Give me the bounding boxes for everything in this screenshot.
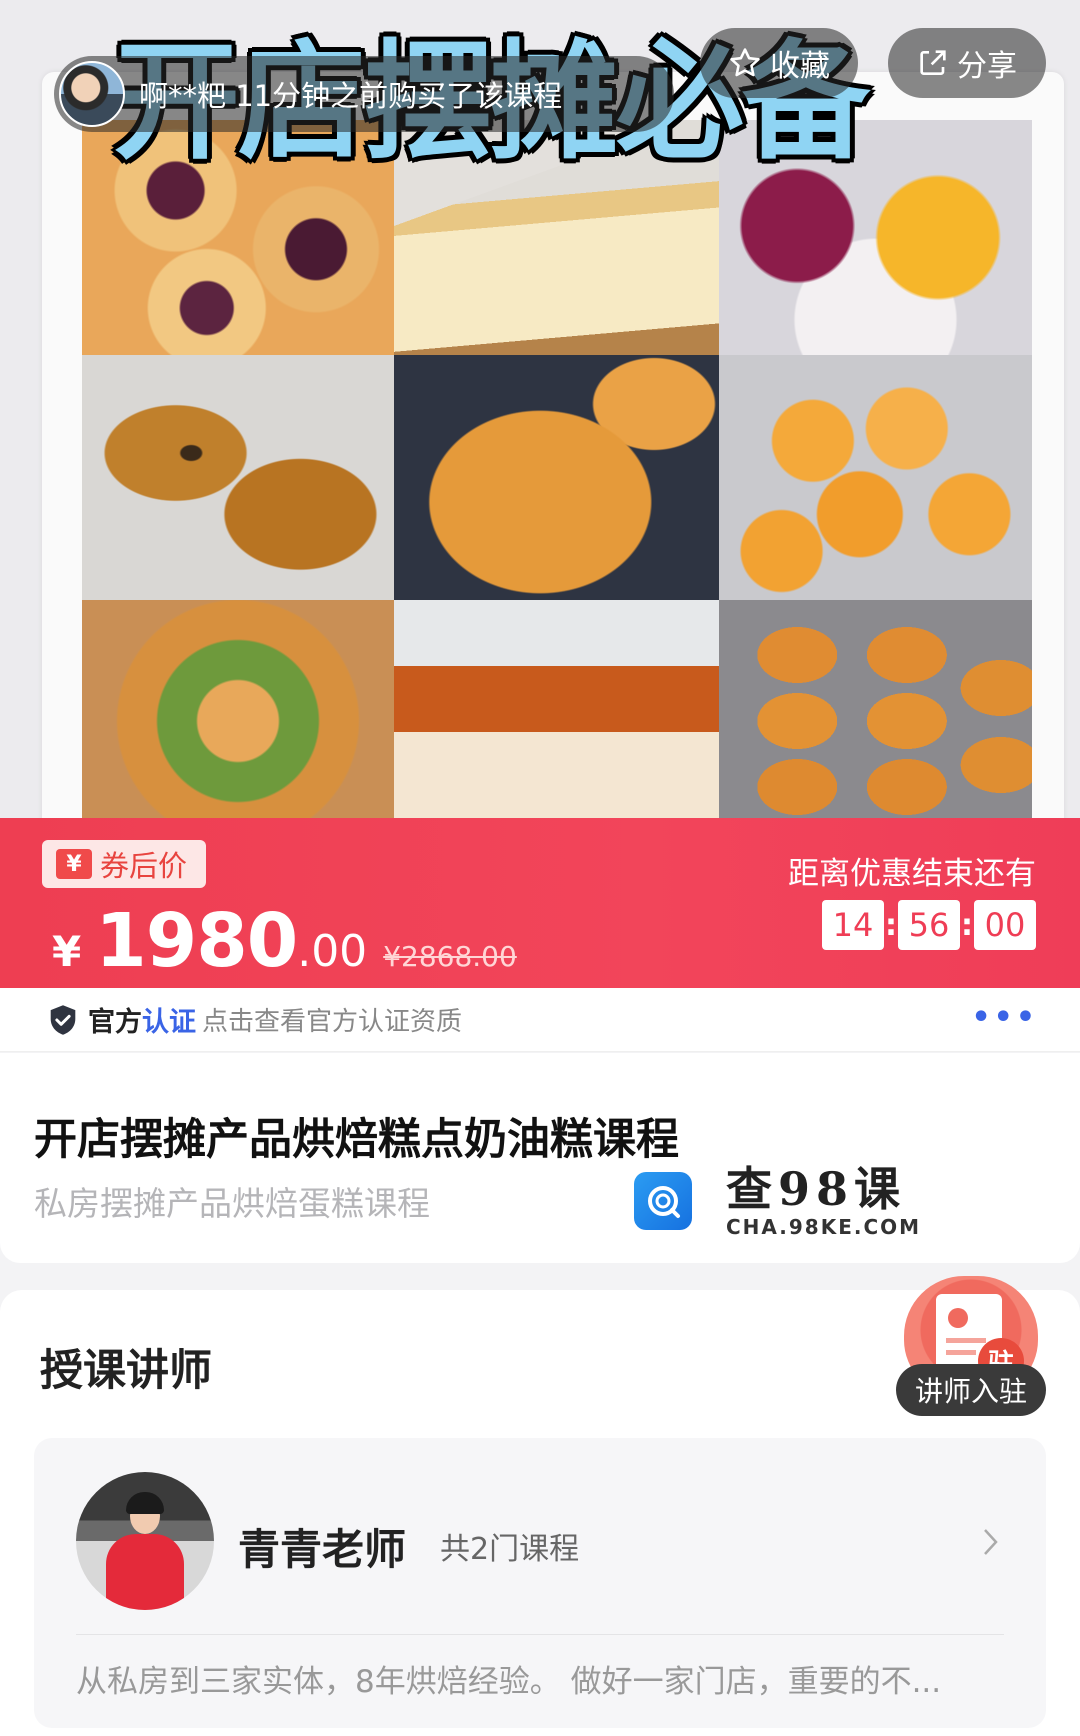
- buyer-avatar: [59, 61, 125, 127]
- teacher-section: 授课讲师 驻 讲师入驻 青青老师 共2门课程 从私房到三家实体，8年烘焙经验。 …: [0, 1276, 1080, 1736]
- original-price: ¥2868.00: [383, 940, 517, 973]
- course-subtitle: 私房摆摊产品烘焙蛋糕课程: [34, 1184, 430, 1223]
- watermark-url: CHA.98KE.COM: [726, 1215, 922, 1239]
- shield-check-icon: [50, 1004, 76, 1035]
- teacher-card[interactable]: 青青老师 共2门课程 从私房到三家实体，8年烘焙经验。 做好一家门店，重要的不.…: [34, 1438, 1046, 1728]
- watermark-logo-icon: [634, 1172, 692, 1230]
- favorite-button[interactable]: 收藏: [700, 28, 858, 98]
- coupon-label: 券后价: [100, 849, 188, 883]
- chevron-right-icon: [984, 1529, 998, 1555]
- teacher-join-label: 讲师入驻: [896, 1364, 1046, 1416]
- price-decimal: .00: [297, 926, 368, 977]
- course-info: 开店摆摊产品烘焙糕点奶油糕课程 私房摆摊产品烘焙蛋糕课程 查98课 CHA.98…: [0, 1053, 1080, 1263]
- countdown-separator: :: [885, 907, 897, 943]
- section-title: 授课讲师: [40, 1346, 212, 1396]
- watermark: 查98课 CHA.98KE.COM: [634, 1163, 921, 1239]
- favorite-label: 收藏: [770, 49, 830, 84]
- countdown-minutes: 56: [898, 900, 960, 950]
- verify-label-certified: 认证: [142, 1007, 196, 1038]
- teacher-description: 从私房到三家实体，8年烘焙经验。 做好一家门店，重要的不...: [76, 1664, 942, 1700]
- more-dots-icon[interactable]: •••: [971, 1003, 1038, 1033]
- verify-hint: 点击查看官方认证资质: [202, 1007, 463, 1037]
- price-bar: ¥ 券后价 ¥ 1980 .00 ¥2868.00 距离优惠结束还有 14 : …: [0, 818, 1080, 988]
- coupon-icon: ¥: [56, 849, 92, 879]
- purchase-notice: 啊**粑 11分钟之前购买了该课程: [54, 56, 674, 132]
- price-display: ¥ 1980 .00 ¥2868.00: [52, 898, 517, 984]
- countdown-label: 距离优惠结束还有: [788, 856, 1036, 892]
- watermark-main: 查98课: [726, 1162, 907, 1216]
- price-integer: 1980: [95, 898, 298, 984]
- teacher-name: 青青老师: [238, 1525, 407, 1574]
- share-icon: [920, 50, 946, 75]
- food-photo-cupcakes: [719, 355, 1032, 600]
- food-photo-pull-apart-bread: [394, 600, 719, 820]
- countdown-timer: 14 : 56 : 00: [822, 900, 1036, 950]
- official-verification-bar[interactable]: 官方 认证 点击查看官方认证资质 •••: [0, 988, 1080, 1052]
- star-icon: [730, 48, 760, 77]
- food-photo-braided-bread: [394, 355, 719, 600]
- course-cover[interactable]: 开店摆摊必备 啊**粑 11分钟之前购买了该课程 收藏 分享: [0, 0, 1080, 820]
- share-button[interactable]: 分享: [888, 28, 1046, 98]
- purchase-notice-text: 啊**粑 11分钟之前购买了该课程: [139, 79, 563, 113]
- course-title: 开店摆摊产品烘焙糕点奶油糕课程: [34, 1115, 679, 1165]
- divider: [76, 1634, 1004, 1635]
- countdown-seconds: 00: [974, 900, 1036, 950]
- price-currency: ¥: [52, 927, 82, 976]
- countdown-separator: :: [961, 907, 973, 943]
- food-photo-grid: [82, 120, 1032, 820]
- food-photo-wreath-bread: [82, 600, 394, 820]
- countdown-hours: 14: [822, 900, 884, 950]
- teacher-join-button[interactable]: 驻 讲师入驻: [896, 1276, 1046, 1416]
- share-label: 分享: [957, 49, 1017, 84]
- coupon-tag: ¥ 券后价: [42, 840, 206, 888]
- verify-label-official: 官方: [88, 1007, 142, 1038]
- food-photo-floss-rolls: [82, 355, 394, 600]
- teacher-avatar: [76, 1472, 214, 1610]
- food-photo-madeleines: [719, 600, 1032, 820]
- teacher-course-count: 共2门课程: [440, 1532, 580, 1567]
